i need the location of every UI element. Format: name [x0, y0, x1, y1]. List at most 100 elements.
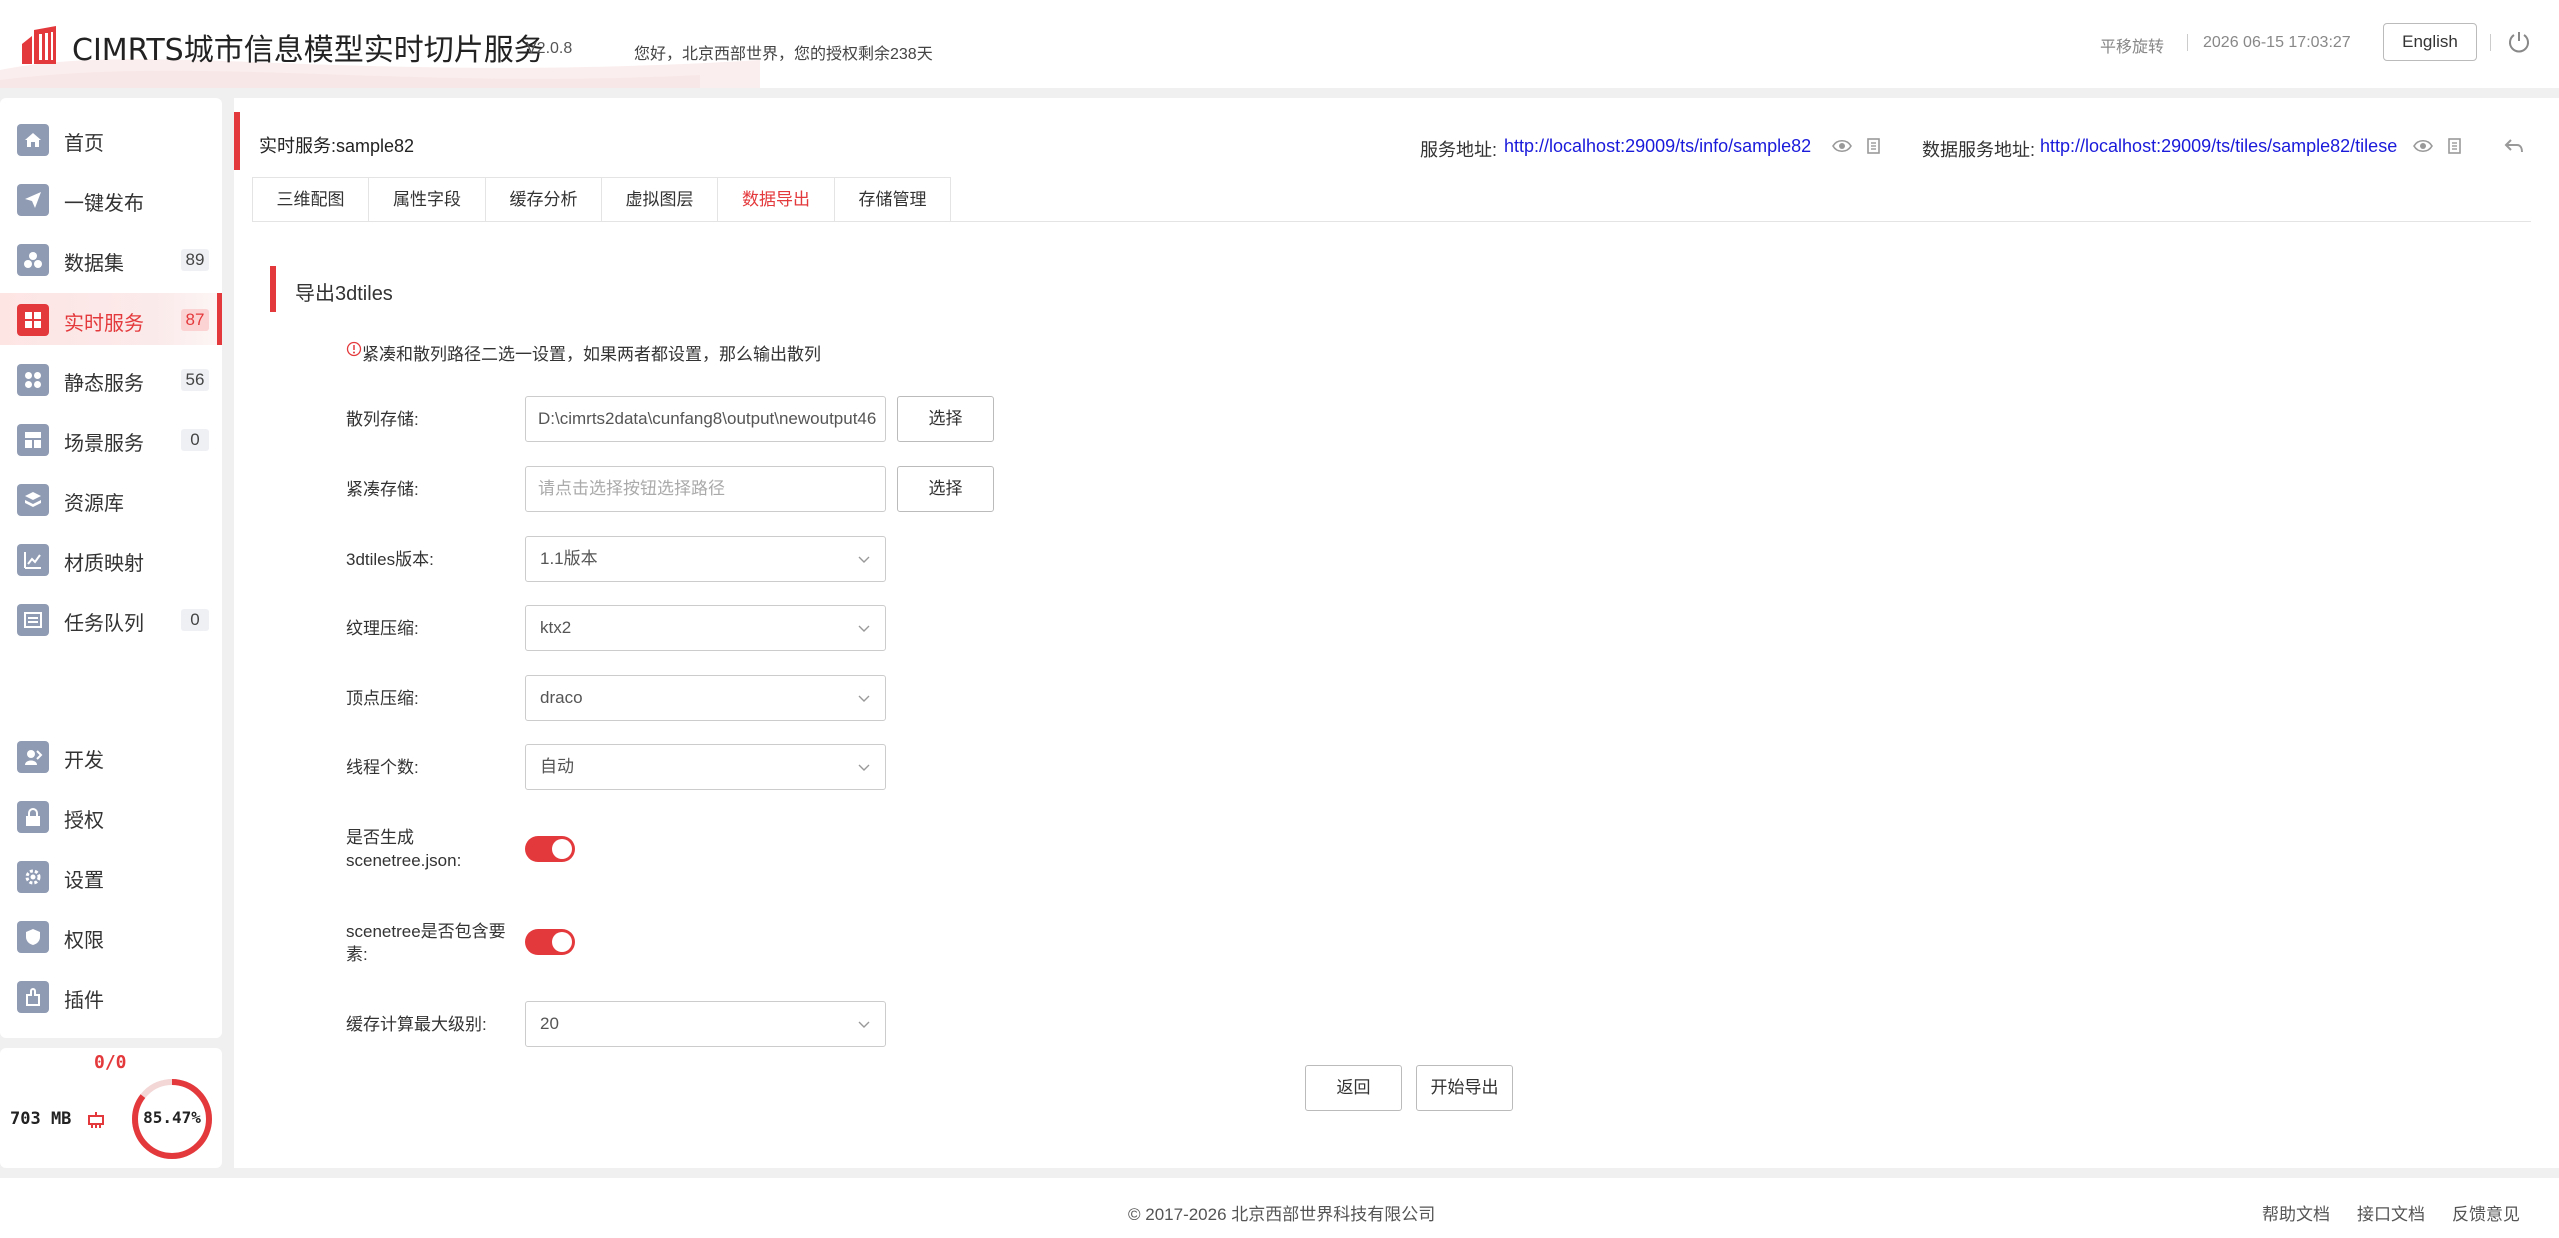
- thread-count-label: 线程个数:: [346, 758, 419, 777]
- scene-icon: [17, 424, 49, 456]
- count-badge: 0: [181, 429, 209, 451]
- compact-store-select-button[interactable]: 选择: [897, 466, 994, 512]
- sidebar-item-label: 一键发布: [64, 193, 144, 215]
- export-tip: 紧凑和散列路径二选一设置，如果两者都设置，那么输出散列: [362, 345, 821, 364]
- sidebar-item-license[interactable]: 授权: [0, 790, 222, 842]
- api-docs-link[interactable]: 接口文档: [2357, 1200, 2425, 1225]
- sidebar-item-realtime-services[interactable]: 实时服务 87: [0, 293, 222, 345]
- thread-count-value: 自动: [540, 757, 574, 776]
- data-service-address-label: 数据服务地址:: [1922, 140, 2036, 160]
- compact-store-label: 紧凑存储:: [346, 480, 419, 499]
- language-button[interactable]: English: [2383, 23, 2477, 61]
- scenetree-elements-toggle[interactable]: [525, 929, 575, 955]
- tab-attribute-fields[interactable]: 属性字段: [368, 177, 486, 222]
- version-select[interactable]: 1.1版本: [525, 536, 886, 582]
- sidebar-item-settings[interactable]: 设置: [0, 850, 222, 902]
- info-icon: [346, 341, 362, 357]
- title-accent-bar: [234, 112, 240, 170]
- copyright: © 2017-2026 北京西部世界科技有限公司: [1128, 1205, 1436, 1224]
- eye-icon[interactable]: [2413, 136, 2433, 156]
- sidebar-item-label: 材质映射: [64, 553, 144, 575]
- count-badge: 87: [181, 309, 209, 331]
- service-address-label: 服务地址:: [1420, 140, 1498, 160]
- count-badge: 0: [181, 609, 209, 631]
- chevron-down-icon: [858, 1021, 870, 1028]
- memory-chip-icon: [88, 1112, 104, 1128]
- sidebar-item-plugins[interactable]: 插件: [0, 970, 222, 1022]
- help-docs-link[interactable]: 帮助文档: [2262, 1200, 2330, 1225]
- copy-icon[interactable]: [1864, 136, 1884, 156]
- toggle-knob: [552, 839, 572, 859]
- sidebar-item-label: 权限: [64, 930, 104, 952]
- sidebar-item-label: 授权: [64, 810, 104, 832]
- hash-store-input[interactable]: D:\cimrts2data\cunfang8\output\newoutput…: [525, 396, 886, 442]
- chevron-down-icon: [858, 556, 870, 563]
- section-accent-bar: [270, 266, 276, 312]
- power-icon[interactable]: [2507, 30, 2531, 54]
- eye-icon[interactable]: [1832, 136, 1852, 156]
- hash-store-select-button[interactable]: 选择: [897, 396, 994, 442]
- data-service-address-link[interactable]: http://localhost:29009/ts/tiles/sample82…: [2040, 136, 2400, 157]
- scenetree-label: 是否生成scenetree.json:: [346, 828, 462, 870]
- sidebar-item-task-queue[interactable]: 任务队列 0: [0, 593, 222, 645]
- sidebar-item-static-services[interactable]: 静态服务 56: [0, 353, 222, 405]
- chevron-down-icon: [858, 695, 870, 702]
- sidebar-item-label: 开发: [64, 750, 104, 772]
- sidebar-item-label: 资源库: [64, 493, 124, 515]
- copy-icon[interactable]: [2445, 136, 2465, 156]
- texture-compression-select[interactable]: ktx2: [525, 605, 886, 651]
- gear-icon: [17, 861, 49, 893]
- paper-plane-icon: [17, 184, 49, 216]
- compact-store-input[interactable]: 请点击选择按钮选择路径: [525, 466, 886, 512]
- sidebar-item-label: 首页: [64, 133, 104, 155]
- scenetree-toggle[interactable]: [525, 836, 575, 862]
- sidebar-item-label: 任务队列: [64, 613, 144, 635]
- navigation-mode[interactable]: 平移旋转: [2100, 33, 2164, 57]
- sidebar-item-label: 插件: [64, 990, 104, 1012]
- tab-virtual-layers[interactable]: 虚拟图层: [601, 177, 718, 222]
- dataset-icon: [17, 244, 49, 276]
- tab-data-export[interactable]: 数据导出: [717, 177, 835, 222]
- app-title: CIMRTS城市信息模型实时切片服务: [72, 33, 544, 68]
- home-icon: [17, 124, 49, 156]
- tab-cache-analysis[interactable]: 缓存分析: [485, 177, 602, 222]
- vertex-compression-select[interactable]: draco: [525, 675, 886, 721]
- count-badge: 89: [181, 249, 209, 271]
- sidebar-item-label: 场景服务: [64, 433, 144, 455]
- feedback-link[interactable]: 反馈意见: [2452, 1200, 2520, 1225]
- sidebar-item-datasets[interactable]: 数据集 89: [0, 233, 222, 285]
- sidebar-item-scene-services[interactable]: 场景服务 0: [0, 413, 222, 465]
- sidebar-item-publish[interactable]: 一键发布: [0, 173, 222, 225]
- back-button[interactable]: 返回: [1305, 1065, 1402, 1111]
- thread-count-select[interactable]: 自动: [525, 744, 886, 790]
- grid-icon: [17, 304, 49, 336]
- queue-icon: [17, 604, 49, 636]
- back-arrow-icon[interactable]: [2503, 135, 2525, 157]
- sidebar-item-home[interactable]: 首页: [0, 113, 222, 165]
- sidebar: 首页 一键发布 数据集 89 实时服务 87 静态服务 56 场景服务 0 资源…: [0, 98, 222, 1038]
- header-divider: [2490, 34, 2491, 51]
- chevron-down-icon: [858, 764, 870, 771]
- current-datetime: 2026 06-15 17:03:27: [2203, 34, 2351, 51]
- page-title: 实时服务:sample82: [259, 136, 415, 156]
- tab-storage-management[interactable]: 存储管理: [834, 177, 951, 222]
- sidebar-item-label: 数据集: [64, 253, 124, 275]
- start-export-button[interactable]: 开始导出: [1416, 1065, 1513, 1111]
- hash-store-label: 散列存储:: [346, 410, 419, 429]
- texture-compression-value: ktx2: [540, 618, 572, 637]
- version-label: 3dtiles版本:: [346, 550, 434, 569]
- max-level-select[interactable]: 20: [525, 1001, 886, 1047]
- sidebar-item-permissions[interactable]: 权限: [0, 910, 222, 962]
- tabs-divider: [252, 221, 2531, 222]
- developer-icon: [17, 741, 49, 773]
- service-address-link[interactable]: http://localhost:29009/ts/info/sample82: [1504, 136, 1820, 157]
- tab-3d-styling[interactable]: 三维配图: [252, 177, 369, 222]
- sidebar-item-develop[interactable]: 开发: [0, 730, 222, 782]
- max-level-value: 20: [540, 1014, 559, 1033]
- sidebar-item-label: 设置: [64, 870, 104, 892]
- sidebar-item-resources[interactable]: 资源库: [0, 473, 222, 525]
- sidebar-item-material-mapping[interactable]: 材质映射: [0, 533, 222, 585]
- task-counter: 0/0: [94, 1052, 127, 1073]
- app-version: V2.0.8: [526, 40, 573, 57]
- version-select-value: 1.1版本: [540, 549, 598, 568]
